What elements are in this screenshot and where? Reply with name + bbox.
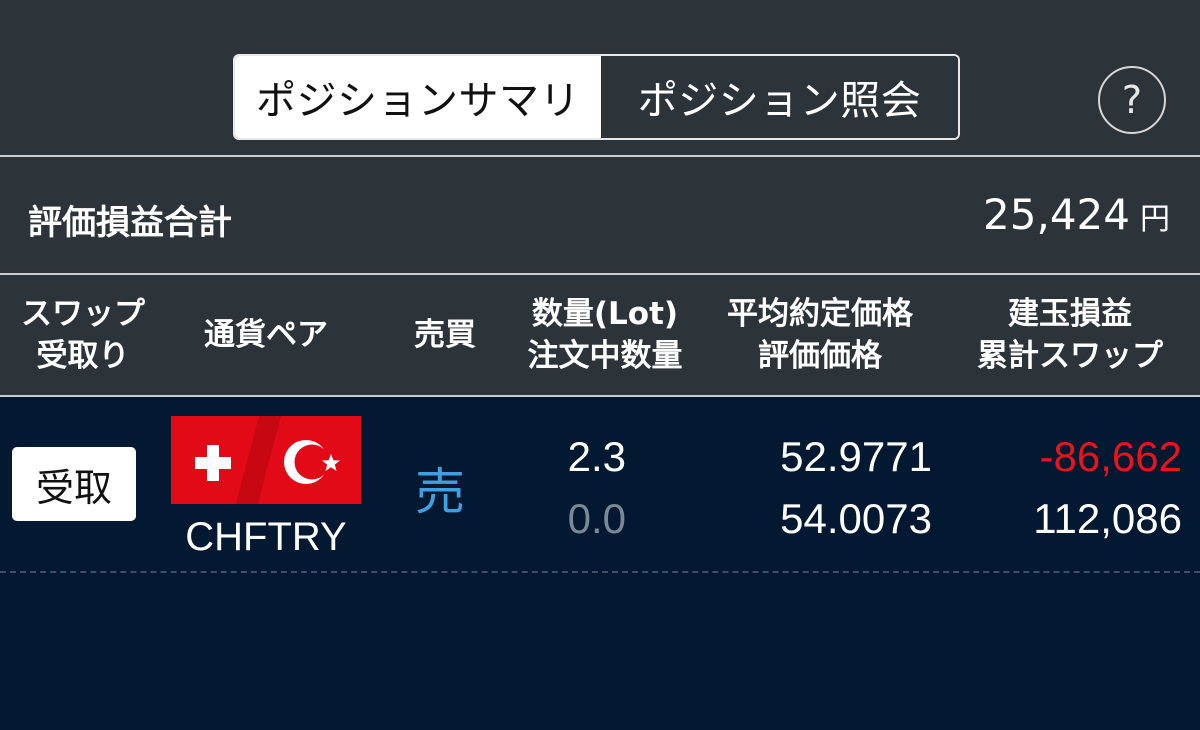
header-text: 建玉損益 [1008,296,1132,332]
header-pair: 通貨ペア [166,275,366,395]
tab-position-inquiry[interactable]: ポジション照会 [601,56,958,138]
chf-try-flag-icon [171,416,361,504]
pnl-summary: 評価損益合計 25,424 円 [0,157,1200,273]
header-text: 通貨ペア [204,317,328,353]
header-price: 平均約定価格 評価価格 [705,275,935,395]
position-quantity: 2.3 [567,433,626,480]
evaluation-price: 54.0073 [780,495,932,542]
header-text: 売買 [414,317,476,353]
view-segmented-control: ポジションサマリ ポジション照会 [233,54,960,140]
top-bar: ポジションサマリ ポジション照会 ? [0,0,1200,155]
header-text: 評価価格 [758,338,882,374]
pnl-total-label: 評価損益合計 [28,203,232,243]
order-quantity: 0.0 [567,495,626,542]
row-separator [0,571,1200,573]
header-text: 数量(Lot) [531,296,679,332]
header-text: 受取り [36,338,130,374]
table-header: スワップ 受取り 通貨ペア 売買 数量(Lot) 注文中数量 平均約定価格 評価… [0,275,1200,395]
currency-pair: CHFTRY [185,515,347,559]
pnl-total-value: 25,424 円 [983,190,1170,239]
position-pnl: -86,662 [1039,433,1182,480]
header-text: 平均約定価格 [727,296,913,332]
help-icon[interactable]: ? [1098,66,1166,134]
tab-position-summary[interactable]: ポジションサマリ [235,56,601,138]
trade-side: 売 [415,463,465,521]
header-text: 注文中数量 [527,338,683,374]
header-swap-receive: スワップ 受取り [0,275,166,395]
receive-swap-button[interactable]: 受取 [12,447,136,521]
header-quantity: 数量(Lot) 注文中数量 [505,275,705,395]
average-price: 52.9771 [780,433,932,480]
header-text: 累計スワップ [977,338,1163,374]
header-text: スワップ [21,296,145,332]
pnl-total-amount: 25,424 [983,190,1130,239]
table-body: 受取 CHFTRY 売 2.3 0.0 52.9771 54.0073 -86,… [0,397,1200,730]
pnl-total-unit: 円 [1140,202,1170,237]
header-pnl: 建玉損益 累計スワップ [950,275,1190,395]
header-side: 売買 [395,275,495,395]
accumulated-swap: 112,086 [1033,495,1182,542]
